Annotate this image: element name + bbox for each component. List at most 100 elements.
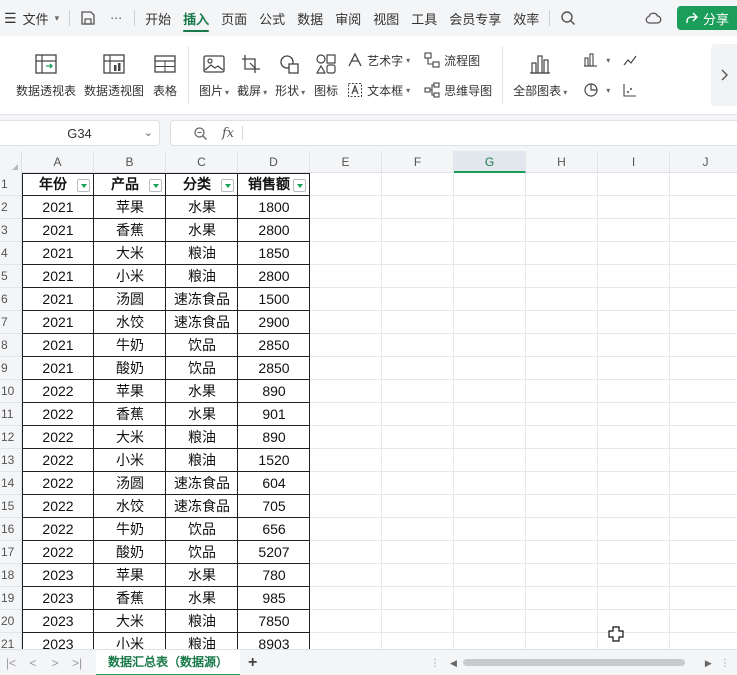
table-cell[interactable]: 8903 [238, 633, 310, 649]
table-cell[interactable]: 水饺 [94, 311, 166, 334]
table-cell[interactable]: 粮油 [166, 242, 238, 265]
first-sheet-icon[interactable]: |< [0, 656, 22, 670]
row-header-12[interactable]: 12 [0, 426, 22, 449]
row-header-2[interactable]: 2 [0, 196, 22, 219]
table-cell[interactable]: 1500 [238, 288, 310, 311]
column-header-a[interactable]: A [22, 151, 94, 173]
table-cell[interactable]: 小米 [94, 633, 166, 649]
table-cell[interactable]: 890 [238, 380, 310, 403]
table-cell[interactable]: 速冻食品 [166, 472, 238, 495]
table-cell[interactable]: 2021 [22, 196, 94, 219]
table-cell[interactable]: 656 [238, 518, 310, 541]
scatter-chart-button[interactable] [622, 79, 642, 101]
column-header-d[interactable]: D [238, 151, 310, 173]
table-cell[interactable]: 酸奶 [94, 357, 166, 380]
word-art-button[interactable]: 艺术字 ▾ [347, 49, 410, 71]
scroll-left-icon[interactable]: ◀ [450, 658, 457, 669]
row-header-4[interactable]: 4 [0, 242, 22, 265]
row-header-5[interactable]: 5 [0, 265, 22, 288]
table-cell[interactable]: 890 [238, 426, 310, 449]
ribbon-scroll-right-button[interactable] [711, 44, 737, 106]
table-cell[interactable]: 饮品 [166, 357, 238, 380]
table-cell[interactable]: 2023 [22, 610, 94, 633]
save-icon[interactable] [77, 7, 99, 29]
table-cell[interactable]: 水果 [166, 564, 238, 587]
sheet-tab-active[interactable]: 数据汇总表（数据源） [96, 649, 241, 675]
table-cell[interactable]: 901 [238, 403, 310, 426]
row-header-18[interactable]: 18 [0, 564, 22, 587]
table-cell[interactable]: 2022 [22, 426, 94, 449]
table-cell[interactable]: 水果 [166, 587, 238, 610]
table-cell[interactable]: 速冻食品 [166, 288, 238, 311]
table-cell[interactable]: 2850 [238, 357, 310, 380]
column-header-e[interactable]: E [310, 151, 382, 173]
tab-insert[interactable]: 插入 [177, 0, 215, 36]
table-cell[interactable]: 粮油 [166, 265, 238, 288]
table-cell[interactable]: 大米 [94, 426, 166, 449]
table-cell[interactable]: 苹果 [94, 564, 166, 587]
table-cell[interactable]: 2800 [238, 265, 310, 288]
search-icon[interactable] [557, 7, 579, 29]
table-cell[interactable]: 香蕉 [94, 219, 166, 242]
tab-formula[interactable]: 公式 [253, 0, 291, 36]
filter-dropdown-icon[interactable] [221, 179, 234, 192]
row-header-3[interactable]: 3 [0, 219, 22, 242]
filter-dropdown-icon[interactable] [293, 179, 306, 192]
row-header-15[interactable]: 15 [0, 495, 22, 518]
table-cell[interactable]: 1800 [238, 196, 310, 219]
name-box[interactable]: G34 ⌄ [0, 120, 160, 146]
table-cell[interactable]: 饮品 [166, 334, 238, 357]
pie-chart-button[interactable]: ▾ [583, 79, 610, 101]
table-cell[interactable]: 2022 [22, 449, 94, 472]
table-cell[interactable]: 2022 [22, 495, 94, 518]
file-menu[interactable]: ☰ 文件 ▾ [0, 0, 65, 36]
table-cell[interactable]: 2023 [22, 633, 94, 649]
scroll-split-handle[interactable]: ⋮ [720, 658, 730, 669]
table-cell[interactable]: 2023 [22, 564, 94, 587]
table-cell[interactable]: 780 [238, 564, 310, 587]
table-cell[interactable]: 水饺 [94, 495, 166, 518]
tab-member[interactable]: 会员专享 [443, 0, 507, 36]
row-header-6[interactable]: 6 [0, 288, 22, 311]
horizontal-scrollbar[interactable]: ⋮ ◀ ▶ ⋮ [430, 656, 737, 670]
table-cell[interactable]: 2021 [22, 219, 94, 242]
mind-map-button[interactable]: 思维导图 [424, 79, 492, 101]
tab-view[interactable]: 视图 [367, 0, 405, 36]
tab-review[interactable]: 审阅 [329, 0, 367, 36]
table-cell[interactable]: 2850 [238, 334, 310, 357]
table-cell[interactable]: 2022 [22, 380, 94, 403]
table-cell[interactable]: 2022 [22, 403, 94, 426]
cloud-icon[interactable] [642, 7, 664, 29]
column-header-g[interactable]: G [454, 151, 526, 173]
table-cell[interactable]: 705 [238, 495, 310, 518]
row-header-10[interactable]: 10 [0, 380, 22, 403]
table-cell[interactable]: 水果 [166, 196, 238, 219]
row-header-7[interactable]: 7 [0, 311, 22, 334]
table-cell[interactable]: 5207 [238, 541, 310, 564]
table-cell[interactable]: 2021 [22, 265, 94, 288]
table-cell[interactable]: 2022 [22, 472, 94, 495]
line-chart-button[interactable] [622, 49, 642, 71]
row-header-9[interactable]: 9 [0, 357, 22, 380]
spreadsheet-grid[interactable]: A B C D E F G H I J 1 2 3 4 5 6 7 8 9 10 11 12 13 14 15 16 17 18 19 2… [0, 151, 737, 649]
select-all-corner[interactable] [0, 151, 22, 173]
table-cell[interactable]: 2022 [22, 518, 94, 541]
table-cell[interactable]: 2021 [22, 334, 94, 357]
screenshot-button[interactable]: 截屏 ▾ [233, 39, 271, 111]
next-sheet-icon[interactable]: > [44, 656, 66, 670]
table-cell[interactable]: 2021 [22, 242, 94, 265]
table-cell[interactable]: 大米 [94, 242, 166, 265]
table-cell[interactable]: 1520 [238, 449, 310, 472]
fx-icon[interactable]: fx [222, 126, 234, 141]
tab-page[interactable]: 页面 [215, 0, 253, 36]
picture-button[interactable]: 图片 ▾ [195, 39, 233, 111]
table-cell[interactable]: 苹果 [94, 380, 166, 403]
pivot-table-button[interactable]: 数据透视表 [12, 39, 80, 111]
table-cell[interactable]: 香蕉 [94, 587, 166, 610]
table-cell[interactable]: 1850 [238, 242, 310, 265]
table-cell[interactable]: 汤圆 [94, 288, 166, 311]
share-button[interactable]: 分享 [676, 6, 737, 30]
table-cell[interactable]: 饮品 [166, 518, 238, 541]
flowchart-button[interactable]: 流程图 [424, 49, 492, 71]
table-cell[interactable]: 香蕉 [94, 403, 166, 426]
